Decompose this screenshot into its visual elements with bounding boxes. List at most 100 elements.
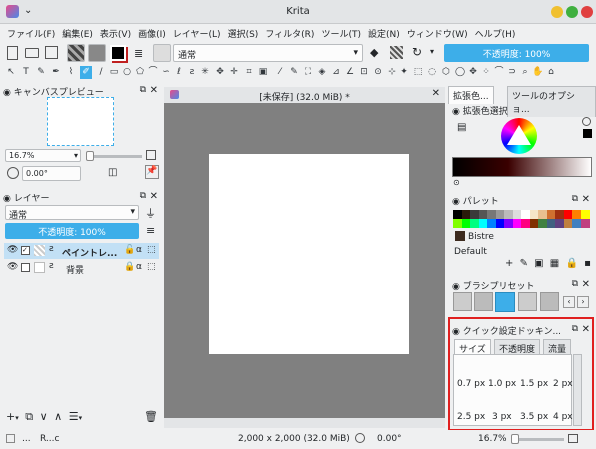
rect-select-icon[interactable]: ⬚ (412, 66, 424, 79)
scroll-left-icon[interactable]: ‹ (563, 296, 575, 308)
menu-tools[interactable]: ツール(T) (314, 24, 361, 40)
menu-help[interactable]: ヘルプ(H) (468, 24, 516, 40)
alpha-icon[interactable]: α (136, 262, 142, 272)
menu-filter[interactable]: フィルタ(R) (258, 24, 314, 40)
magnetic-select-icon[interactable]: ⊃ (506, 66, 518, 79)
overview-rotation-field[interactable]: 0.00° (22, 166, 81, 181)
size-option-0.7[interactable]: 0.7 px (457, 379, 485, 389)
opacity-slider[interactable]: 不透明度: 100% (444, 44, 589, 62)
layer-row[interactable]: 👁 ✓ ƨ ペイントレ... 🔓 α ⬚ (4, 243, 159, 259)
layers-lock-icon[interactable]: ◉ (3, 194, 11, 204)
colorize-icon[interactable]: ⌇ (65, 66, 77, 79)
move-down-icon[interactable]: ∨ (40, 410, 48, 423)
menu-layer[interactable]: レイヤー(L) (166, 24, 221, 40)
duplicate-layer-icon[interactable]: ⧉ (25, 410, 33, 423)
alpha-icon[interactable]: α (136, 245, 142, 255)
fit-icon[interactable] (146, 150, 156, 160)
text-tool-icon[interactable]: T (20, 66, 32, 79)
save-icon[interactable] (45, 46, 58, 59)
new-file-icon[interactable] (7, 46, 18, 60)
rotation-dial-icon[interactable] (7, 167, 19, 179)
quick-lock-icon[interactable]: ◉ (452, 327, 460, 337)
scroll-right-icon[interactable]: › (577, 296, 589, 308)
brush-preset-item[interactable] (518, 292, 537, 311)
enclose-fill-icon[interactable]: ◈ (316, 66, 328, 79)
similar-select-icon[interactable]: ⁘ (480, 66, 492, 79)
palette-menu-icon[interactable]: ▪ (584, 258, 591, 269)
zoom-tool-icon[interactable]: ⌕ (519, 66, 531, 79)
ellipse-select-icon[interactable]: ◌ (426, 66, 438, 79)
edit-shapes-icon[interactable]: ✎ (35, 66, 47, 79)
close-icon[interactable]: ✕ (582, 324, 590, 335)
move-icon[interactable]: ✛ (228, 66, 240, 79)
eraser-icon[interactable]: ◆ (370, 46, 378, 59)
menu-edit[interactable]: 編集(E) (55, 24, 93, 40)
inherit-alpha-icon[interactable]: ⬚ (147, 262, 156, 272)
tab-advanced-color[interactable]: 拡張色... (448, 86, 494, 104)
fg-color-swatch[interactable] (583, 129, 592, 138)
reload-icon[interactable]: ↻ (412, 45, 422, 59)
size-option-3[interactable]: 3 px (492, 412, 512, 422)
freehand-path-icon[interactable]: ℓ (173, 66, 185, 79)
grid-tool-icon[interactable]: ⊹ (386, 66, 398, 79)
gradient-icon[interactable] (67, 44, 85, 62)
color-lock-icon[interactable]: ◉ (452, 107, 460, 117)
float-icon[interactable]: ⧉ (140, 85, 146, 95)
add-menu-icon[interactable]: ▾ (15, 414, 19, 422)
size-scrollbar[interactable] (573, 354, 582, 426)
fill-tool-icon[interactable]: ⛶ (302, 66, 314, 79)
select-shapes-icon[interactable]: ↖ (5, 66, 17, 79)
polygon-tool-icon[interactable]: ⬠ (134, 66, 146, 79)
assistant-pin-icon[interactable]: ✦ (398, 66, 410, 79)
brush-preset-item[interactable] (540, 292, 559, 311)
layer-menu-icon[interactable]: ≡ (146, 224, 155, 237)
pan-hand-icon[interactable]: ✋ (532, 66, 544, 79)
pin-view-icon[interactable]: 📌 (145, 165, 159, 179)
status-rotation[interactable]: 0.00° (377, 434, 402, 444)
float-icon[interactable]: ⧉ (572, 279, 578, 289)
overview-zoom-combo[interactable]: 16.7% ▾ (5, 149, 81, 162)
add-layer-icon[interactable]: + (6, 410, 15, 423)
palette-grid-icon[interactable]: ▦ (550, 258, 559, 269)
save-palette-icon[interactable]: ▣ (534, 258, 543, 269)
fg-bg-color-icon[interactable] (110, 45, 126, 61)
size-option-1.5[interactable]: 1.5 px (520, 379, 548, 389)
brush-preset-item[interactable] (495, 292, 515, 312)
lock-icon[interactable]: 🔒 (124, 262, 135, 272)
edit-color-icon[interactable]: ✎ (520, 258, 528, 269)
close-document-icon[interactable]: ✕ (432, 88, 440, 99)
layer-blend-select[interactable]: 通常 ▾ (5, 205, 139, 221)
freehand-brush-icon[interactable]: ✐ (80, 66, 92, 79)
size-option-4[interactable]: 4 px (553, 412, 573, 422)
polygon-select-icon[interactable]: ⬡ (440, 66, 452, 79)
measure-tool-icon[interactable]: ∠ (344, 66, 356, 79)
calligraphy-icon[interactable]: ✒ (50, 66, 62, 79)
transform-icon[interactable]: ✥ (214, 66, 226, 79)
color-sampler-icon[interactable]: ⁄ (274, 66, 286, 79)
menu-view[interactable]: 表示(V) (93, 24, 131, 40)
overview-zoom-handle[interactable] (86, 151, 94, 161)
lock-docks-icon[interactable]: ⌂ (545, 66, 557, 79)
status-zoom[interactable]: 16.7% (478, 434, 507, 444)
brush-lock-icon[interactable]: ◉ (452, 282, 460, 292)
reset-color-icon[interactable] (582, 117, 591, 126)
open-file-icon[interactable] (25, 48, 39, 58)
add-color-icon[interactable]: + (505, 258, 513, 269)
ellipse-tool-icon[interactable]: ○ (121, 66, 133, 79)
palette-set-name[interactable]: Default (454, 247, 487, 257)
pan-tool-icon[interactable]: ⊙ (372, 66, 384, 79)
overview-lock-icon[interactable]: ◉ (3, 88, 11, 98)
menu-image[interactable]: 画像(I) (131, 24, 166, 40)
contiguous-select-icon[interactable]: ✥ (467, 66, 479, 79)
reference-tool-icon[interactable]: ⊡ (358, 66, 370, 79)
brush-preset-button[interactable] (153, 44, 171, 62)
menu-window[interactable]: ウィンドウ(W) (400, 24, 468, 40)
assistant-tool-icon[interactable]: ⊿ (330, 66, 342, 79)
size-option-2.5[interactable]: 2.5 px (457, 412, 485, 422)
float-icon[interactable]: ⧉ (572, 324, 578, 334)
palette-lock-icon[interactable]: ◉ (452, 197, 460, 207)
canvas-document[interactable] (209, 154, 409, 354)
move-up-icon[interactable]: ∧ (54, 410, 62, 423)
dynamic-brush-icon[interactable]: ƨ (186, 66, 198, 79)
size-option-2[interactable]: 2 px (553, 379, 573, 389)
